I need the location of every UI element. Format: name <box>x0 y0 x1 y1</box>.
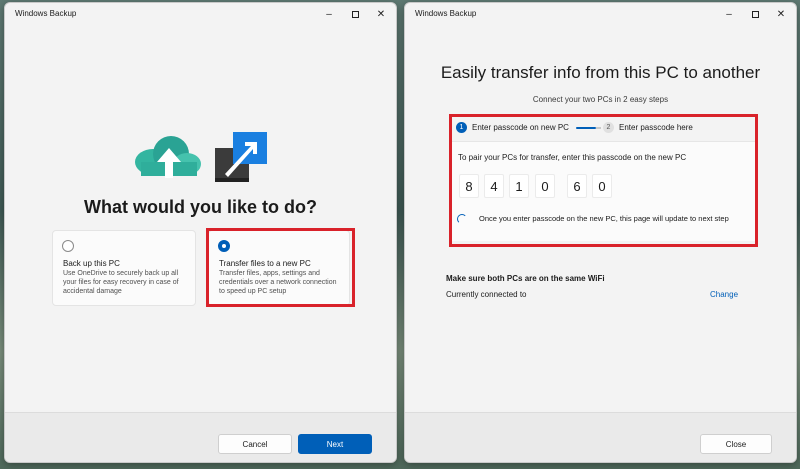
passcode-digit: 4 <box>484 174 504 198</box>
backup-radio[interactable] <box>62 240 74 252</box>
close-window-button[interactable]: ✕ <box>372 6 390 22</box>
next-button[interactable]: Next <box>298 434 372 454</box>
close-icon: ✕ <box>376 8 386 20</box>
cancel-button[interactable]: Cancel <box>218 434 292 454</box>
maximize-icon <box>351 10 359 18</box>
minimize-button[interactable]: – <box>720 6 738 22</box>
backup-pc-option[interactable]: Back up this PC Use OneDrive to securely… <box>52 230 196 306</box>
pair-instruction: To pair your PCs for transfer, enter thi… <box>458 153 687 162</box>
title-bar[interactable]: Windows Backup – ✕ <box>405 3 796 25</box>
step-indicator: 1 Enter passcode on new PC 2 Enter passc… <box>452 118 752 136</box>
option-description: Use OneDrive to securely back up all you… <box>63 270 179 295</box>
title-bar[interactable]: Windows Backup – ✕ <box>5 3 396 25</box>
step-1-label: Enter passcode on new PC <box>472 123 569 132</box>
step-2-number: 2 <box>603 122 614 133</box>
maximize-icon <box>751 10 759 18</box>
page-question: What would you like to do? <box>84 197 317 217</box>
wifi-current-label: Currently connected to <box>446 290 527 299</box>
loading-spinner-icon <box>457 214 467 224</box>
passcode-digit: 0 <box>535 174 555 198</box>
passcode-digit: 8 <box>459 174 479 198</box>
maximize-button[interactable] <box>746 6 764 22</box>
cloud-upload-icon <box>135 136 201 178</box>
step-progress-line <box>576 127 601 129</box>
page-heading: Easily transfer info from this PC to ano… <box>440 63 761 82</box>
option-title: Transfer files to a new PC <box>219 259 311 268</box>
passcode-digit: 1 <box>509 174 529 198</box>
passcode-digit: 6 <box>567 174 587 198</box>
option-description: Transfer files, apps, settings and crede… <box>219 270 337 295</box>
transfer-files-option[interactable]: Transfer files to a new PC Transfer file… <box>208 230 350 306</box>
windows-backup-window-left: Windows Backup – ✕ What would you like t… <box>4 2 397 463</box>
close-icon: ✕ <box>776 8 786 20</box>
waiting-message: Once you enter passcode on the new PC, t… <box>479 214 729 223</box>
window-title: Windows Backup <box>15 9 77 18</box>
wifi-title: Make sure both PCs are on the same WiFi <box>446 274 605 283</box>
option-title: Back up this PC <box>63 259 120 268</box>
hero-illustration <box>135 132 267 182</box>
step-1-number: 1 <box>456 122 467 133</box>
minimize-icon: – <box>726 8 732 20</box>
transfer-radio[interactable] <box>218 240 230 252</box>
minimize-button[interactable]: – <box>320 6 338 22</box>
maximize-button[interactable] <box>346 6 364 22</box>
close-window-button[interactable]: ✕ <box>772 6 790 22</box>
transfer-pc-icon <box>215 132 267 182</box>
step-2-label: Enter passcode here <box>619 123 693 132</box>
change-wifi-link[interactable]: Change <box>710 290 738 299</box>
page-subheading: Connect your two PCs in 2 easy steps <box>532 95 669 104</box>
passcode-digit: 0 <box>592 174 612 198</box>
minimize-icon: – <box>326 8 332 20</box>
close-button[interactable]: Close <box>700 434 772 454</box>
windows-backup-window-right: Windows Backup – ✕ Easily transfer info … <box>404 2 797 463</box>
window-title: Windows Backup <box>415 9 477 18</box>
